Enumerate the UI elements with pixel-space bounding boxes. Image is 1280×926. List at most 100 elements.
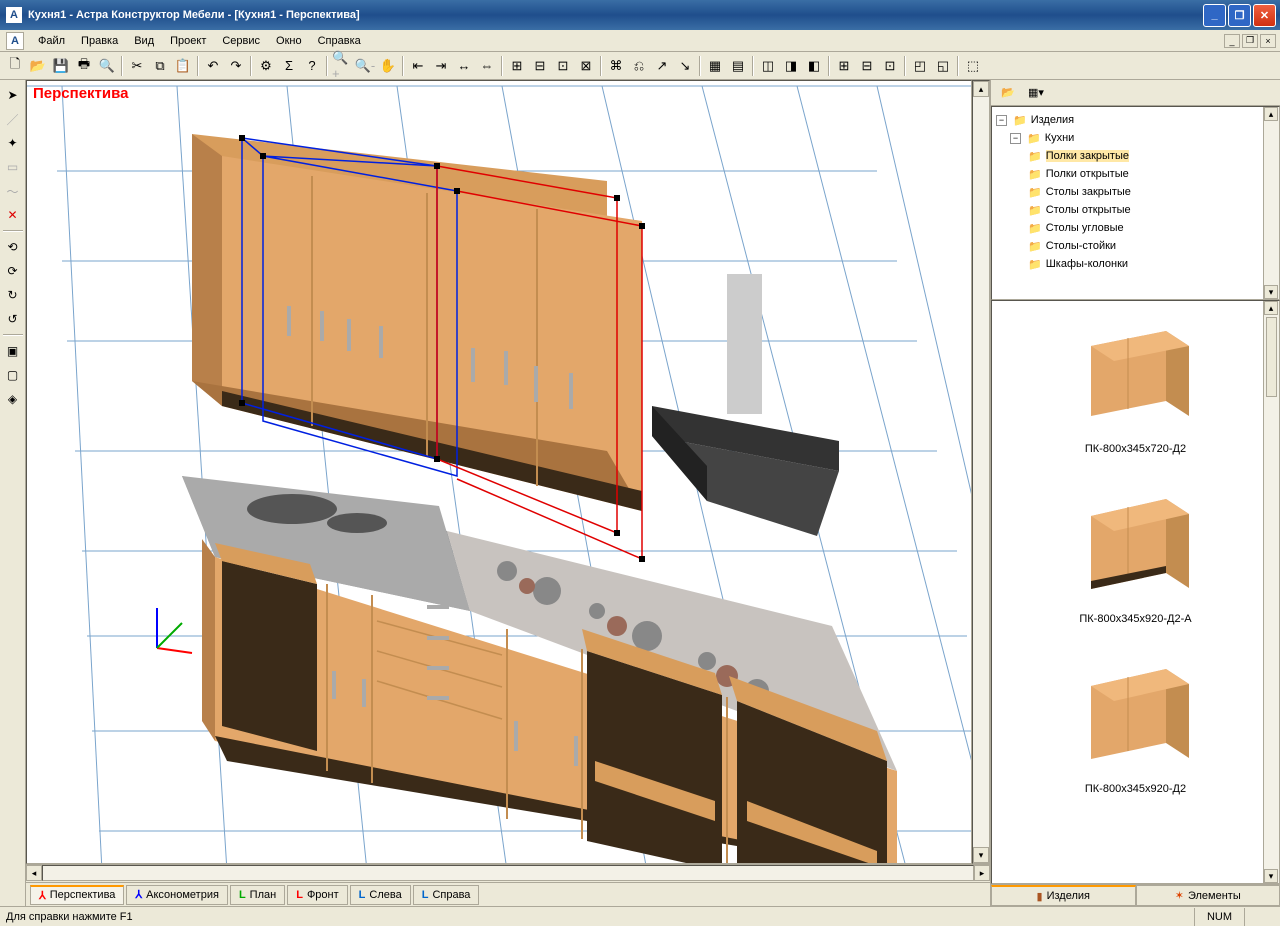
spl1-icon[interactable]: ⊞	[833, 55, 855, 77]
rot1-icon[interactable]: ⟲	[2, 236, 24, 258]
grp1-icon[interactable]: ▣	[2, 340, 24, 362]
grid2-icon[interactable]: ▤	[727, 55, 749, 77]
tab-right[interactable]: LСправа	[413, 885, 480, 905]
tool1-icon[interactable]: ⌘	[605, 55, 627, 77]
dist1-icon[interactable]: ⊞	[506, 55, 528, 77]
win3-icon[interactable]: ◧	[803, 55, 825, 77]
align2-icon[interactable]: ⇥	[430, 55, 452, 77]
dist4-icon[interactable]: ⊠	[575, 55, 597, 77]
viewport-hscroll[interactable]	[42, 865, 974, 881]
menu-project[interactable]: Проект	[162, 32, 214, 50]
win2-icon[interactable]: ◨	[780, 55, 802, 77]
grp2-icon[interactable]: ▢	[2, 364, 24, 386]
app-icon: A	[6, 7, 22, 23]
preview-icon[interactable]: 🔍	[96, 55, 118, 77]
grp3-icon[interactable]: ◈	[2, 388, 24, 410]
cut-icon[interactable]: ✂	[126, 55, 148, 77]
mdi-minimize[interactable]: _	[1224, 34, 1240, 48]
win1-icon[interactable]: ◫	[757, 55, 779, 77]
catalog-scroll[interactable]: ▴ ▾	[1263, 301, 1279, 883]
tree-item[interactable]: 📁Столы-стойки	[996, 237, 1275, 255]
rot2-icon[interactable]: ⟳	[2, 260, 24, 282]
tab-front[interactable]: LФронт	[287, 885, 347, 905]
save-icon[interactable]: 💾	[50, 55, 72, 77]
dist2-icon[interactable]: ⊟	[529, 55, 551, 77]
tree-item[interactable]: 📁Полки открытые	[996, 165, 1275, 183]
open-icon[interactable]: 📂	[27, 55, 49, 77]
mdi-icon[interactable]: A	[6, 32, 24, 50]
tab-axonometry[interactable]: ⅄Аксонометрия	[126, 885, 228, 905]
menu-edit[interactable]: Правка	[73, 32, 126, 50]
undo-icon[interactable]: ↶	[202, 55, 224, 77]
align1-icon[interactable]: ⇤	[407, 55, 429, 77]
tool4-icon[interactable]: ↘	[674, 55, 696, 77]
rp-view-icon[interactable]: ▦▾	[1025, 82, 1047, 104]
title-text: Кухня1 - Астра Конструктор Мебели - [Кух…	[28, 9, 1203, 21]
rp-tab-elements[interactable]: ✶Элементы	[1136, 885, 1280, 906]
line-icon: ／	[2, 108, 24, 130]
spl2-icon[interactable]: ⊟	[856, 55, 878, 77]
catalog-item[interactable]: ПК-800x345x920-Д2-А	[1066, 491, 1206, 641]
tree-item[interactable]: 📁Столы открытые	[996, 201, 1275, 219]
mdi-close[interactable]: ×	[1260, 34, 1276, 48]
grid1-icon[interactable]: ▦	[704, 55, 726, 77]
menu-help[interactable]: Справка	[310, 32, 369, 50]
delete-icon[interactable]: ✕	[2, 204, 24, 226]
rot3-icon[interactable]: ↻	[2, 284, 24, 306]
main-toolbar: 🗋 📂 💾 🖶 🔍 ✂ ⧉ 📋 ↶ ↷ ⚙ Σ ? 🔍+ 🔍- ✋ ⇤ ⇥ ↔ …	[0, 52, 1280, 80]
catalog-item[interactable]: ПК-800x345x920-Д2	[1066, 661, 1206, 811]
statusbar: Для справки нажмите F1 NUM	[0, 906, 1280, 926]
rp-open-icon[interactable]: 📂	[997, 82, 1019, 104]
print-icon[interactable]: 🖶	[73, 55, 95, 77]
align4-icon[interactable]: ⇔	[476, 55, 498, 77]
tab-left[interactable]: LСлева	[350, 885, 411, 905]
tree-item[interactable]: 📁Шкафы-колонки	[996, 255, 1275, 273]
tree-item[interactable]: 📁Столы угловые	[996, 219, 1275, 237]
new-icon[interactable]: 🗋	[4, 55, 26, 77]
viewport-title: Перспектива	[33, 85, 128, 102]
select-icon[interactable]: ➤	[2, 84, 24, 106]
obj1-icon[interactable]: ◰	[909, 55, 931, 77]
tree-item[interactable]: 📁Столы закрытые	[996, 183, 1275, 201]
tab-plan[interactable]: LПлан	[230, 885, 285, 905]
tree-scroll[interactable]: ▴ ▾	[1263, 107, 1279, 299]
mdi-restore[interactable]: ❐	[1242, 34, 1258, 48]
maximize-button[interactable]: ❐	[1228, 4, 1251, 27]
zoomin-icon: 🔍+	[331, 55, 353, 77]
tab-perspective[interactable]: ⅄Перспектива	[30, 885, 124, 905]
copy-icon[interactable]: ⧉	[149, 55, 171, 77]
menu-window[interactable]: Окно	[268, 32, 310, 50]
rot4-icon[interactable]: ↺	[2, 308, 24, 330]
sum-icon[interactable]: Σ	[278, 55, 300, 77]
tool2-icon[interactable]: ⎌	[628, 55, 650, 77]
menu-view[interactable]: Вид	[126, 32, 162, 50]
tree-item[interactable]: 📁Полки закрытые	[996, 147, 1275, 165]
align3-icon[interactable]: ↔	[453, 55, 475, 77]
curve-icon: ～	[2, 180, 24, 202]
close-button[interactable]: ✕	[1253, 4, 1276, 27]
menu-file[interactable]: Файл	[30, 32, 73, 50]
calc-icon[interactable]: ⚙	[255, 55, 277, 77]
3d-viewport[interactable]: Перспектива	[26, 80, 972, 864]
minimize-button[interactable]: _	[1203, 4, 1226, 27]
rp-tab-products[interactable]: ▮Изделия	[991, 885, 1136, 906]
catalog-panel[interactable]: ПК-800x345x720-Д2 ПК-800x345x920-Д2-А ПК…	[991, 300, 1280, 884]
left-toolbar: ➤ ／ ✦ ▭ ～ ✕ ⟲ ⟳ ↻ ↺ ▣ ▢ ◈	[0, 80, 26, 906]
pan-icon[interactable]: ✋	[377, 55, 399, 77]
paste-icon[interactable]: 📋	[172, 55, 194, 77]
obj3-icon[interactable]: ⬚	[962, 55, 984, 77]
redo-icon[interactable]: ↷	[225, 55, 247, 77]
hscroll-right[interactable]: ▸	[974, 865, 990, 881]
viewport-vscroll[interactable]: ▴ ▾	[972, 80, 990, 864]
titlebar: A Кухня1 - Астра Конструктор Мебели - [К…	[0, 0, 1280, 30]
obj2-icon[interactable]: ◱	[932, 55, 954, 77]
spl3-icon[interactable]: ⊡	[879, 55, 901, 77]
dist3-icon[interactable]: ⊡	[552, 55, 574, 77]
light-icon[interactable]: ✦	[2, 132, 24, 154]
tool3-icon[interactable]: ↗	[651, 55, 673, 77]
menu-service[interactable]: Сервис	[214, 32, 268, 50]
catalog-item[interactable]: ПК-800x345x720-Д2	[1066, 321, 1206, 471]
help-icon[interactable]: ?	[301, 55, 323, 77]
product-tree[interactable]: −📁Изделия −📁Кухни 📁Полки закрытые 📁Полки…	[991, 106, 1280, 300]
hscroll-left[interactable]: ◂	[26, 865, 42, 881]
